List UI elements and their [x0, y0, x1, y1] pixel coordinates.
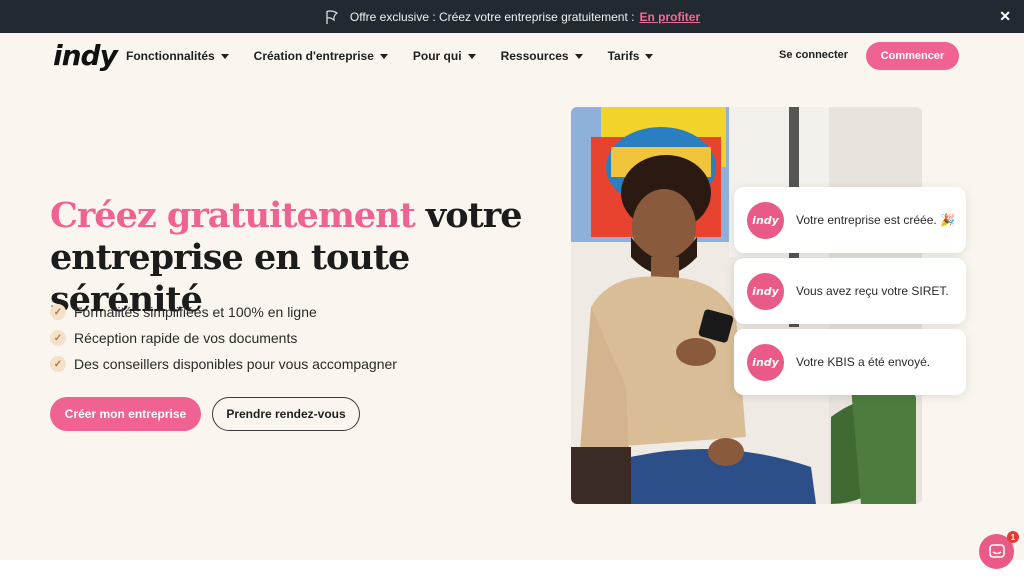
unread-badge: 1	[1007, 531, 1019, 543]
list-item: ✓ Formalités simplifiées et 100% en lign…	[50, 299, 397, 325]
menu-item-tarifs[interactable]: Tarifs	[608, 49, 654, 63]
list-item: ✓ Des conseillers disponibles pour vous …	[50, 351, 397, 377]
notification-card: indy Vous avez reçu votre SIRET.	[734, 258, 966, 324]
menu-item-label: Tarifs	[607, 49, 640, 63]
chat-icon	[988, 543, 1005, 558]
menu-item-ressources[interactable]: Ressources	[501, 49, 583, 63]
notification-text: Votre KBIS a été envoyé.	[796, 355, 931, 369]
feature-text: Réception rapide de vos documents	[74, 330, 298, 346]
check-icon: ✓	[50, 330, 66, 346]
notification-text: Vous avez reçu votre SIRET.	[796, 284, 949, 298]
flag-icon	[326, 9, 338, 24]
create-company-button[interactable]: Créer mon entreprise	[50, 397, 201, 431]
indy-badge: indy	[747, 201, 784, 239]
feature-text: Des conseillers disponibles pour vous ac…	[74, 356, 397, 372]
feature-text: Formalités simplifiées et 100% en ligne	[74, 304, 317, 320]
notification-text: Votre entreprise est créée. 🎉	[796, 213, 956, 227]
chevron-down-icon	[574, 53, 583, 59]
menu-item-label: Création d'entreprise	[253, 49, 374, 63]
menu-item-label: Fonctionnalités	[126, 49, 215, 63]
menu-item-label: Ressources	[500, 49, 569, 63]
indy-logo[interactable]: indy	[53, 39, 118, 72]
hero-title-accent: Créez gratuitement	[50, 195, 416, 236]
banner-text: Offre exclusive : Créez votre entreprise…	[349, 9, 635, 24]
check-icon: ✓	[50, 356, 66, 372]
check-icon: ✓	[50, 304, 66, 320]
main-menu: Fonctionnalités Création d'entreprise Po…	[126, 49, 678, 63]
indy-badge: indy	[747, 343, 784, 381]
feature-list: ✓ Formalités simplifiées et 100% en lign…	[50, 299, 397, 377]
chevron-down-icon	[645, 53, 654, 59]
close-icon[interactable]: ✕	[999, 8, 1011, 25]
book-appointment-button[interactable]: Prendre rendez-vous	[212, 397, 360, 431]
chat-launcher-button[interactable]: 1	[979, 531, 1019, 569]
banner-cta-link[interactable]: En profiter	[639, 10, 700, 24]
hero-title-part: votre	[414, 195, 523, 236]
chevron-down-icon	[467, 53, 476, 59]
menu-item-pour-qui[interactable]: Pour qui	[413, 49, 476, 63]
chevron-down-icon	[379, 53, 388, 59]
page-divider	[0, 560, 1024, 577]
indy-badge: indy	[747, 272, 784, 310]
menu-item-creation[interactable]: Création d'entreprise	[254, 49, 388, 63]
promo-banner: Offre exclusive : Créez votre entreprise…	[0, 0, 1024, 33]
login-link[interactable]: Se connecter	[779, 49, 848, 61]
start-button[interactable]: Commencer	[866, 42, 959, 70]
notification-card: indy Votre KBIS a été envoyé.	[734, 329, 966, 395]
menu-item-fonctionnalites[interactable]: Fonctionnalités	[126, 49, 229, 63]
list-item: ✓ Réception rapide de vos documents	[50, 325, 397, 351]
menu-item-label: Pour qui	[412, 49, 462, 63]
notification-card: indy Votre entreprise est créée. 🎉	[734, 187, 966, 253]
chevron-down-icon	[220, 53, 229, 59]
